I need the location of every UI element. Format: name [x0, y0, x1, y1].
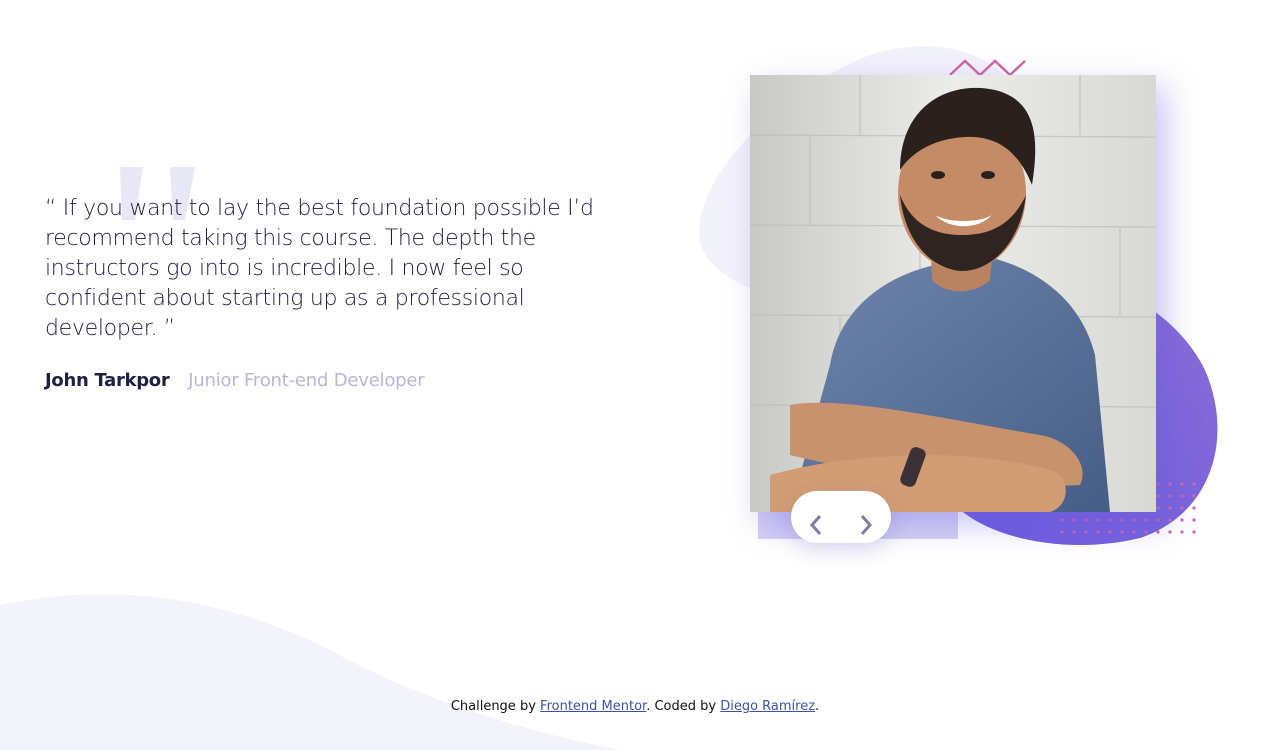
testimonial-quote: “ If you want to lay the best foundation…: [45, 196, 594, 341]
chevron-left-icon: [809, 514, 822, 535]
author-name: John Tarkpor: [45, 370, 170, 391]
next-button[interactable]: [841, 491, 891, 543]
attribution-footer: Challenge by Frontend Mentor. Coded by D…: [0, 697, 1270, 717]
author-role: Junior Front-end Developer: [188, 370, 425, 391]
frontend-mentor-link[interactable]: Frontend Mentor: [540, 699, 646, 714]
testimonial-page: “ If you want to lay the best foundation…: [0, 0, 1270, 750]
author-link[interactable]: Diego Ramírez: [720, 699, 815, 714]
testimonial-author: John Tarkpor Junior Front-end Developer: [45, 368, 425, 394]
previous-button[interactable]: [791, 491, 841, 543]
developer-photo: [750, 75, 1156, 512]
attribution-middle: . Coded by: [646, 699, 721, 714]
chevron-right-icon: [860, 514, 873, 535]
slider-navigation: [791, 491, 891, 543]
attribution-suffix: .: [815, 699, 820, 714]
attribution-prefix: Challenge by: [450, 699, 541, 714]
